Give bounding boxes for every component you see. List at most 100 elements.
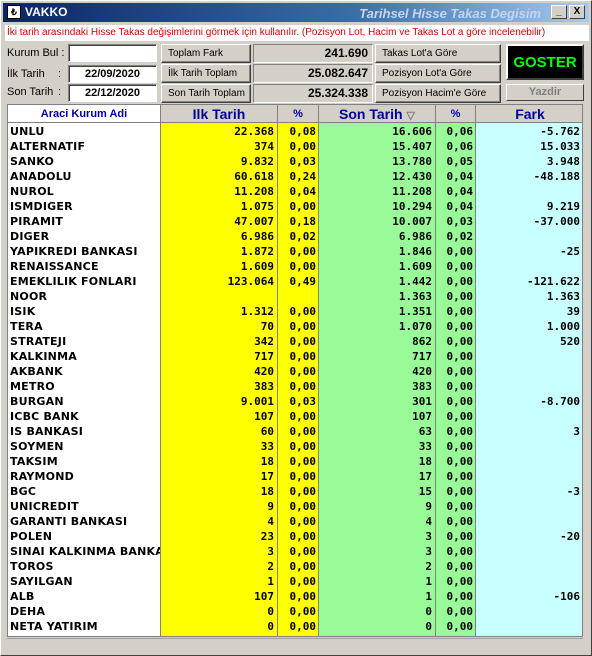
cell-name: AKBANK xyxy=(10,365,63,378)
takas-lot-button[interactable]: Takas Lot'a Göre xyxy=(375,44,501,63)
cell-fark: -5.762 xyxy=(540,125,580,138)
cell-fark xyxy=(476,499,580,514)
horizontal-scrollbar[interactable] xyxy=(7,638,583,652)
cell-fark xyxy=(476,544,580,559)
kurum-bul-input[interactable] xyxy=(68,44,157,62)
cell-ilk: 22.368 xyxy=(234,125,274,138)
cell-ilk: 383 xyxy=(254,380,274,393)
header-son[interactable]: Son Tarih ▽ xyxy=(319,105,436,123)
table-row[interactable]: METRO 383 0,00 383 0,00 xyxy=(8,379,582,394)
cell-fark: -48.188 xyxy=(533,170,580,183)
pozisyon-lot-button[interactable]: Pozisyon Lot'a Göre xyxy=(375,64,501,83)
son-tarih-toplam-value: 25.324.338 xyxy=(253,84,373,103)
cell-p2: 0,00 xyxy=(446,560,474,573)
cell-fark xyxy=(476,184,580,199)
table-row[interactable]: IS BANKASI 60 0,00 63 0,00 3 xyxy=(8,424,582,439)
header-name[interactable]: Araci Kurum Adi xyxy=(8,105,161,123)
cell-fark xyxy=(476,259,580,274)
cell-p2: 0,00 xyxy=(446,470,474,483)
table-row[interactable]: STRATEJI 342 0,00 862 0,00 520 xyxy=(8,334,582,349)
cell-name: UNICREDIT xyxy=(10,500,79,513)
table-row[interactable]: DEHA 0 0,00 0 0,00 xyxy=(8,604,582,619)
table-row[interactable]: AKBANK 420 0,00 420 0,00 xyxy=(8,364,582,379)
header-pct2[interactable]: % xyxy=(436,105,476,123)
table-row[interactable]: TOROS 2 0,00 2 0,00 xyxy=(8,559,582,574)
table-row[interactable]: RENAISSANCE 1.609 0,00 1.609 0,00 xyxy=(8,259,582,274)
cell-ilk: 9.832 xyxy=(240,155,274,168)
cell-p1: 0,08 xyxy=(289,125,317,138)
cell-fark: -20 xyxy=(560,530,580,543)
close-button[interactable]: X xyxy=(569,5,585,19)
cell-son: 862 xyxy=(412,335,432,348)
son-tarih-toplam-label: Son Tarih Toplam xyxy=(161,84,251,103)
minimize-button[interactable]: _ xyxy=(551,5,567,19)
table-row[interactable]: ISIK 1.312 0,00 1.351 0,00 39 xyxy=(8,304,582,319)
table-row[interactable]: ICBC BANK 107 0,00 107 0,00 xyxy=(8,409,582,424)
table-row[interactable]: TAKSIM 18 0,00 18 0,00 xyxy=(8,454,582,469)
table-row[interactable]: BURGAN 9.001 0,03 301 0,00 -8.700 xyxy=(8,394,582,409)
header-ilk[interactable]: Ilk Tarih xyxy=(161,105,278,123)
table-row[interactable]: SANKO 9.832 0,03 13.780 0,05 3.948 xyxy=(8,154,582,169)
table-row[interactable]: DIGER 6.986 0,02 6.986 0,02 xyxy=(8,229,582,244)
header-fark[interactable]: Fark xyxy=(476,105,582,123)
table-row[interactable]: YAPIKREDI BANKASI 1.872 0,00 1.846 0,00 -25 xyxy=(8,244,582,259)
cell-name: NETA YATIRIM xyxy=(10,620,98,633)
table-row[interactable]: ALB 107 0,00 1 0,00 -106 xyxy=(8,589,582,604)
table-row[interactable]: NOOR 1.363 0,00 1.363 xyxy=(8,289,582,304)
table-row[interactable]: NETA YATIRIM 0 0,00 0 0,00 xyxy=(8,619,582,634)
cell-p1: 0,03 xyxy=(289,395,317,408)
son-tarih-field[interactable]: 22/12/2020 xyxy=(68,84,157,102)
cell-ilk: 4 xyxy=(267,515,274,528)
table-row[interactable]: TERA 70 0,00 1.070 0,00 1.000 xyxy=(8,319,582,334)
cell-fark: 39 xyxy=(566,305,580,318)
cell-p1: 0,00 xyxy=(289,335,317,348)
table-row[interactable]: KALKINMA 717 0,00 717 0,00 xyxy=(8,349,582,364)
table-row[interactable]: NUROL 11.208 0,04 11.208 0,04 xyxy=(8,184,582,199)
cell-fark: -106 xyxy=(553,590,581,603)
table-row[interactable]: UNLU 22.368 0,08 16.606 0,06 -5.762 xyxy=(8,124,582,139)
goster-button[interactable]: GOSTER xyxy=(506,44,584,80)
ilk-tarih-field[interactable]: 22/09/2020 xyxy=(68,65,157,83)
cell-p2: 0,00 xyxy=(446,530,474,543)
table-row[interactable]: ALTERNATIF 374 0,00 15.407 0,06 15.033 xyxy=(8,139,582,154)
cell-p2: 0,04 xyxy=(446,185,474,198)
table-row[interactable]: GARANTI BANKASI 4 0,00 4 0,00 xyxy=(8,514,582,529)
cell-name: BGC xyxy=(10,485,37,498)
cell-name: TOROS xyxy=(10,560,54,573)
table-row[interactable]: UNICREDIT 9 0,00 9 0,00 xyxy=(8,499,582,514)
cell-ilk: 11.208 xyxy=(234,185,274,198)
pozisyon-hacim-button[interactable]: Pozisyon Hacim'e Göre xyxy=(375,84,501,103)
cell-son: 63 xyxy=(418,425,432,438)
cell-name: YAPIKREDI BANKASI xyxy=(10,245,138,258)
cell-son: 107 xyxy=(412,410,432,423)
cell-ilk: 18 xyxy=(260,485,274,498)
app-name: VAKKO xyxy=(25,5,68,19)
chart-icon[interactable]: ₺ xyxy=(7,5,21,19)
table-row[interactable]: ISMDIGER 1.075 0,00 10.294 0,04 9.219 xyxy=(8,199,582,214)
header-pct1[interactable]: % xyxy=(278,105,319,123)
table-row[interactable]: RAYMOND 17 0,00 17 0,00 xyxy=(8,469,582,484)
cell-fark xyxy=(476,349,580,364)
cell-name: RENAISSANCE xyxy=(10,260,99,273)
cell-fark xyxy=(476,604,580,619)
yazdir-button[interactable]: Yazdir xyxy=(506,84,584,101)
table-row[interactable]: ANADOLU 60.618 0,24 12.430 0,04 -48.188 xyxy=(8,169,582,184)
table-row[interactable]: SOYMEN 33 0,00 33 0,00 xyxy=(8,439,582,454)
cell-ilk: 18 xyxy=(260,455,274,468)
cell-name: ISMDIGER xyxy=(10,200,73,213)
cell-son: 1.609 xyxy=(398,260,432,273)
cell-ilk: 33 xyxy=(260,440,274,453)
table-row[interactable]: BGC 18 0,00 15 0,00 -3 xyxy=(8,484,582,499)
cell-p2: 0,06 xyxy=(446,140,474,153)
table-row[interactable]: EMEKLILIK FONLARI 123.064 0,49 1.442 0,00 -12… xyxy=(8,274,582,289)
table-row[interactable]: POLEN 23 0,00 3 0,00 -20 xyxy=(8,529,582,544)
table-row[interactable]: SAYILGAN 1 0,00 1 0,00 xyxy=(8,574,582,589)
cell-son: 301 xyxy=(412,395,432,408)
cell-p2: 0,00 xyxy=(446,500,474,513)
cell-p1: 0,00 xyxy=(289,320,317,333)
table-row[interactable]: SINAI KALKINMA BANKASI 3 0,00 3 0,00 xyxy=(8,544,582,559)
cell-p2: 0,00 xyxy=(446,455,474,468)
data-grid[interactable]: Araci Kurum Adi Ilk Tarih % Son Tarih ▽ … xyxy=(7,104,583,637)
table-row[interactable]: PIRAMIT 47.007 0,18 10.007 0,03 -37.000 xyxy=(8,214,582,229)
title-bar[interactable]: ₺ VAKKO Tarihsel Hisse Takas Degisim _ X xyxy=(3,3,589,22)
